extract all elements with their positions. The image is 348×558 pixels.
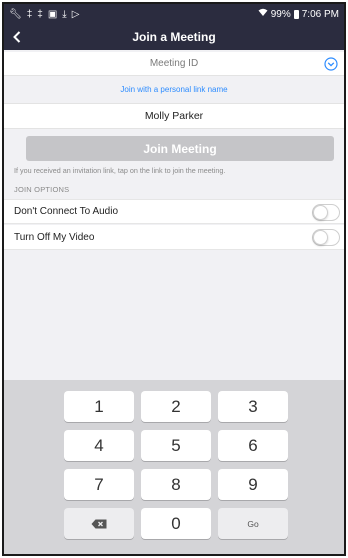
usb-icon: ‡ [26,8,33,20]
toggle-knob [313,205,328,220]
delete-key[interactable] [64,508,134,539]
personal-link-button[interactable]: Join with a personal link name [4,80,344,100]
meeting-id-placeholder: Meeting ID [149,58,199,69]
battery-icon [293,9,299,19]
wifi-icon [258,8,268,20]
download-icon: ⤓ [62,8,67,20]
nav-bar: Join a Meeting [4,24,344,50]
key-2[interactable]: 2 [141,391,211,422]
key-0[interactable]: 0 [141,508,211,539]
video-toggle[interactable] [312,229,340,246]
app-frame: 🔧︎ ‡ ‡ ▣ ⤓ ▷ 99% 7:06 PM Join a Meeting … [2,2,346,556]
battery-percent: 99% [270,8,291,20]
page-title: Join a Meeting [132,30,216,44]
wrench-icon: 🔧︎ [9,8,22,20]
join-options-header: JOIN OPTIONS [14,185,70,194]
image-icon: ▣ [47,8,58,20]
join-meeting-button[interactable]: Join Meeting [26,136,334,161]
notification-icons: 🔧︎ ‡ ‡ ▣ ⤓ ▷ [9,9,79,20]
key-3[interactable]: 3 [218,391,288,422]
numeric-keypad: 1 2 3 4 5 6 7 8 9 0 Go [4,380,344,554]
option-label: Don't Connect To Audio [14,206,119,217]
back-button[interactable] [8,27,26,47]
toggle-knob [313,230,328,245]
go-key[interactable]: Go [218,508,288,539]
meeting-id-field[interactable]: Meeting ID [4,52,344,76]
status-right: 99% 7:06 PM [258,8,339,20]
key-5[interactable]: 5 [141,430,211,461]
option-dont-connect-audio: Don't Connect To Audio [4,199,344,224]
option-turn-off-video: Turn Off My Video [4,225,344,250]
meeting-history-button[interactable] [324,57,338,71]
key-8[interactable]: 8 [141,469,211,500]
audio-toggle[interactable] [312,204,340,221]
option-label: Turn Off My Video [14,231,95,243]
usb-icon: ‡ [37,8,43,20]
clock: 7:06 PM [301,8,339,20]
key-7[interactable]: 7 [64,469,134,500]
play-store-icon: ▷ [71,8,80,20]
key-4[interactable]: 4 [64,430,134,461]
key-9[interactable]: 9 [218,469,288,500]
name-input[interactable]: Molly Parker [4,103,344,129]
status-bar: 🔧︎ ‡ ‡ ▣ ⤓ ▷ 99% 7:06 PM [4,4,344,24]
backspace-icon [91,519,107,528]
invitation-hint: If you received an invitation link, tap … [14,166,226,175]
chevron-down-circle-icon [324,57,338,71]
key-1[interactable]: 1 [64,391,134,422]
chevron-left-icon [13,31,21,43]
key-6[interactable]: 6 [218,430,288,461]
